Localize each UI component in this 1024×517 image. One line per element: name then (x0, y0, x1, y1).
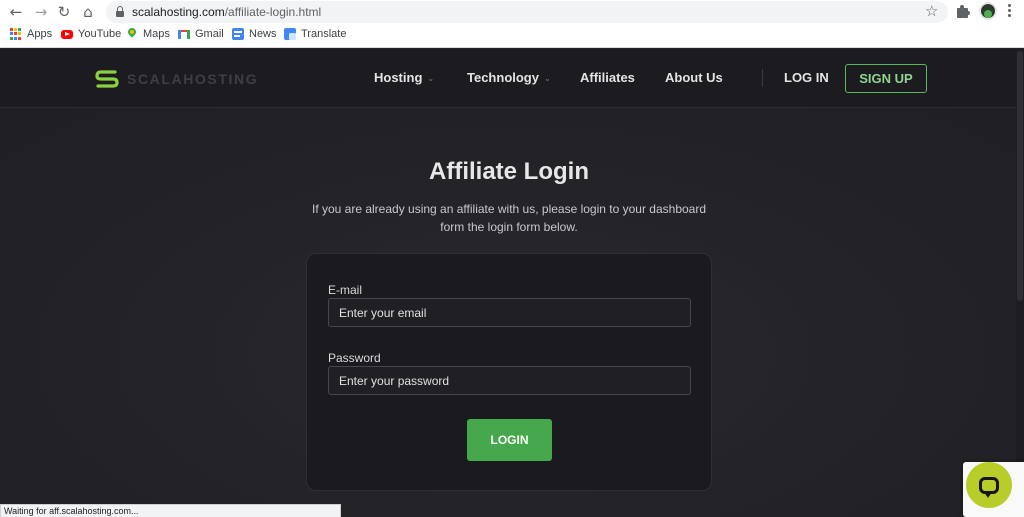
page-scrollbar[interactable] (1016, 49, 1024, 517)
browser-status-bar: Waiting for aff.scalahosting.com... (0, 504, 341, 517)
bookmark-news[interactable]: News (232, 28, 277, 40)
browser-menu-icon[interactable] (1008, 4, 1012, 18)
bookmark-label: Translate (301, 28, 347, 40)
bookmark-label: Apps (27, 28, 53, 40)
nav-technology-label: Technology (467, 70, 539, 85)
bookmark-label: News (249, 28, 277, 40)
profile-avatar[interactable] (979, 2, 997, 20)
reload-icon[interactable]: ↻ (54, 2, 74, 22)
home-icon[interactable]: ⌂ (78, 2, 98, 22)
nav-hosting-label: Hosting (374, 70, 423, 85)
bookmarks-bar: Apps YouTube Maps Gmail News Translate (0, 24, 1024, 48)
apps-grid-icon (10, 28, 22, 40)
url-host: scalahosting.com (132, 5, 225, 19)
lock-icon (116, 6, 124, 17)
chevron-down-icon: ⌄ (427, 74, 435, 83)
youtube-icon (61, 30, 73, 39)
login-button[interactable]: LOGIN (467, 419, 552, 461)
chat-bubble-icon (979, 476, 999, 498)
bookmark-label: Maps (143, 28, 170, 40)
signup-button[interactable]: SIGN UP (845, 64, 927, 93)
gmail-icon (178, 30, 190, 39)
header-login-link[interactable]: LOG IN (784, 70, 829, 85)
email-label: E-mail (328, 283, 363, 297)
nav-technology[interactable]: Technology ⌄ (467, 70, 551, 85)
chat-widget-button[interactable] (966, 462, 1012, 508)
login-form: E-mail Password LOGIN (306, 253, 712, 491)
main-content: Affiliate Login If you are already using… (0, 109, 1024, 517)
bookmark-translate[interactable]: Translate (284, 28, 346, 40)
bookmark-gmail[interactable]: Gmail (178, 28, 224, 40)
extensions-puzzle-icon[interactable] (955, 3, 971, 19)
maps-pin-icon (126, 26, 138, 40)
chevron-down-icon: ⌄ (543, 74, 551, 83)
back-arrow-icon[interactable]: ← (6, 2, 26, 22)
page-title: Affiliate Login (429, 158, 589, 185)
url-path: /affiliate-login.html (224, 5, 322, 19)
url-text: scalahosting.com/affiliate-login.html (132, 5, 321, 19)
nav-hosting[interactable]: Hosting ⌄ (374, 70, 434, 85)
site-header: SCALAHOSTING Hosting ⌄ Technology ⌄ Affili… (0, 49, 1024, 108)
bookmark-star-icon[interactable]: ☆ (925, 2, 938, 20)
nav-divider (762, 69, 763, 87)
scrollbar-thumb[interactable] (1017, 51, 1023, 301)
translate-icon (284, 28, 296, 40)
bookmark-youtube[interactable]: YouTube (61, 28, 121, 40)
logo-text: SCALAHOSTING (127, 71, 259, 87)
page-subtitle: If you are already using an affiliate wi… (311, 202, 707, 234)
site-logo[interactable]: SCALAHOSTING (93, 69, 258, 89)
news-icon (232, 28, 244, 40)
password-field[interactable] (328, 366, 691, 395)
password-label: Password (328, 351, 381, 365)
nav-affiliates[interactable]: Affiliates (580, 70, 635, 85)
bookmark-label: YouTube (78, 28, 122, 40)
bookmark-apps[interactable]: Apps (10, 28, 52, 40)
email-field[interactable] (328, 298, 691, 327)
forward-arrow-icon[interactable]: → (31, 2, 51, 22)
scala-logo-icon (95, 70, 119, 88)
nav-about-us[interactable]: About Us (665, 70, 723, 85)
address-bar[interactable]: scalahosting.com/affiliate-login.html (106, 1, 948, 23)
bookmark-maps[interactable]: Maps (126, 26, 170, 40)
browser-toolbar: ← → ↻ ⌂ scalahosting.com/affiliate-login… (0, 0, 1024, 24)
bookmark-label: Gmail (195, 28, 224, 40)
